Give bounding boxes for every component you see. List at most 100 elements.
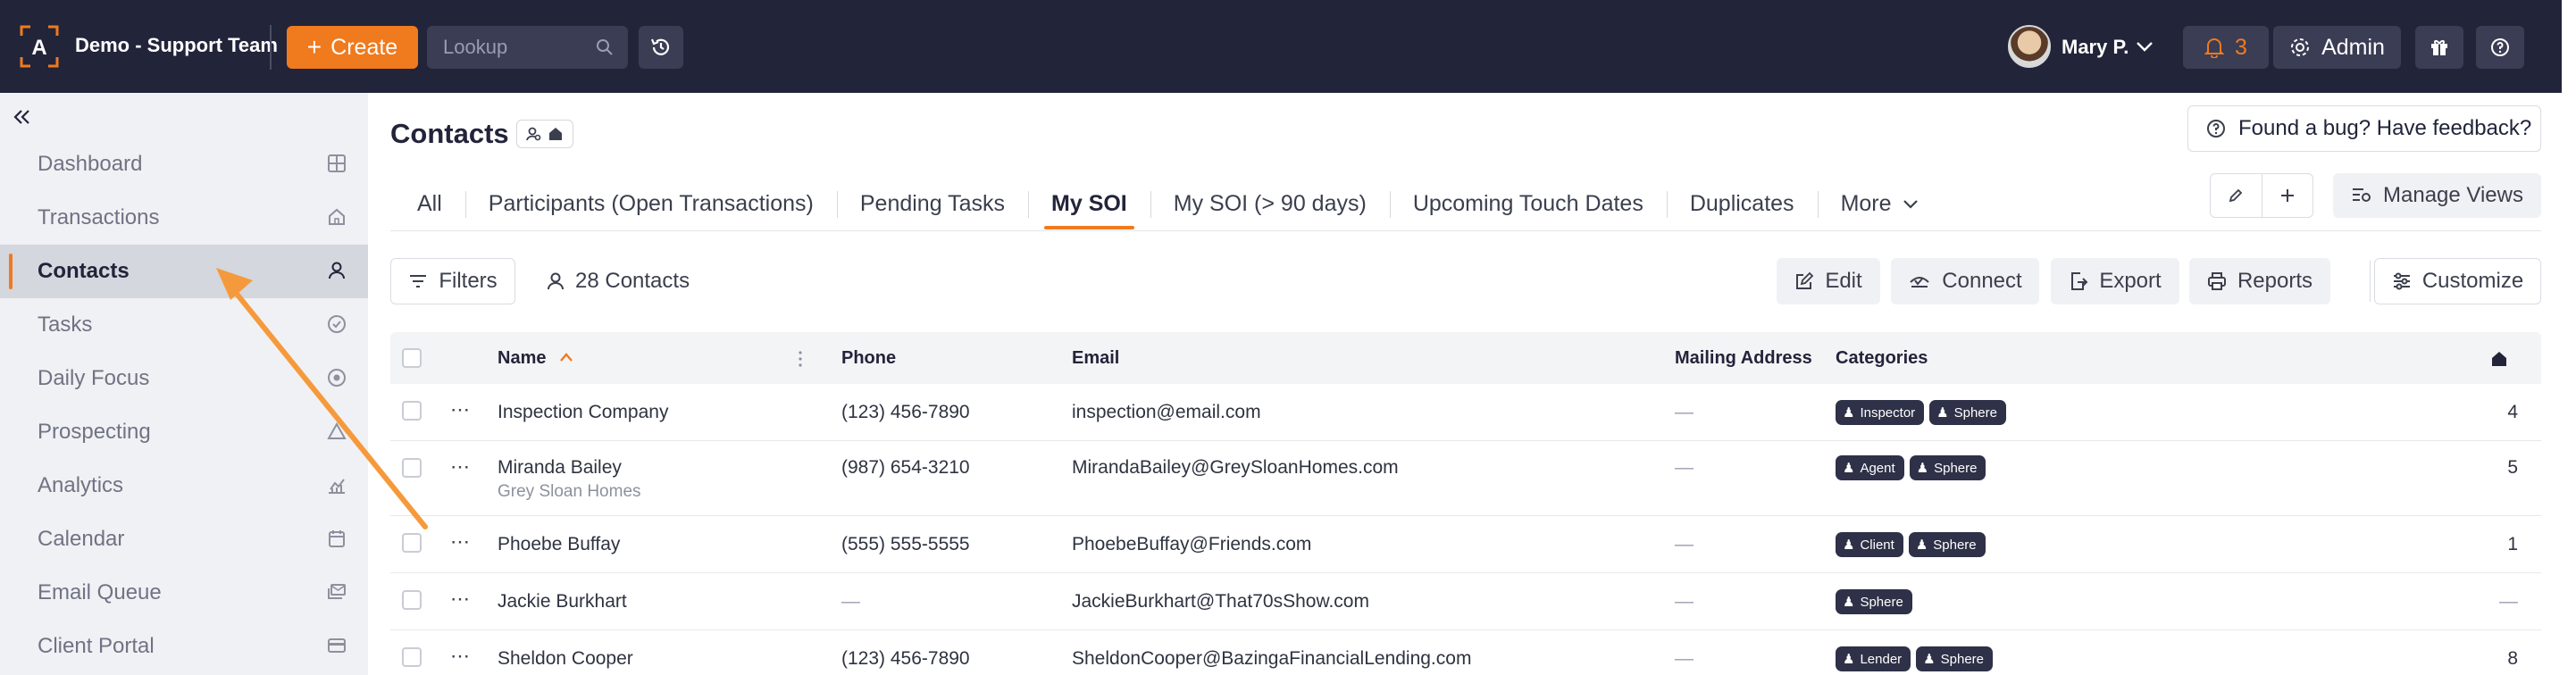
help-button[interactable] [2476,26,2524,69]
edit-label: Edit [1825,269,1862,293]
notifications-button[interactable]: 3 [2183,26,2269,69]
category-chip[interactable]: ♟ Sphere [1908,532,1986,557]
person-search-icon [526,127,541,141]
column-header-email[interactable]: Email [1072,348,1119,369]
sidebar-item-dashboard[interactable]: Dashboard [0,138,368,191]
category-chip[interactable]: ♟ Inspector [1836,400,1925,425]
category-chip[interactable]: ♟ Client [1836,532,1903,557]
connect-label: Connect [1942,269,2022,293]
row-checkbox[interactable] [402,458,422,478]
home-view-indicator[interactable] [516,120,573,148]
user-name[interactable]: Mary P. [2062,36,2129,59]
edit-view-button[interactable] [2211,174,2262,217]
export-button[interactable]: Export [2051,258,2179,304]
contact-name[interactable]: Jackie Burkhart [498,591,627,612]
tab-duplicates[interactable]: Duplicates [1666,182,1818,225]
top-bar: A Demo - Support Team + Create Lookup Ma… [0,0,2562,93]
filters-button[interactable]: Filters [390,258,515,304]
collapse-sidebar-icon[interactable] [11,105,34,129]
sidebar-item-client-portal[interactable]: Client Portal [0,620,368,673]
category-chip[interactable]: ♟ Sphere [1929,400,2006,425]
table-row[interactable]: ⋯ Sheldon Cooper (123) 456-7890 SheldonC… [390,630,2541,675]
sidebar-item-daily-focus[interactable]: Daily Focus [0,352,368,405]
column-menu-icon[interactable] [798,350,803,368]
category-chip[interactable]: ♟ Sphere [1909,455,1986,480]
tab-label: My SOI [1051,190,1127,216]
home-count: 4 [2507,402,2518,422]
gift-button[interactable] [2415,26,2463,69]
reports-button[interactable]: Reports [2189,258,2330,304]
table-row[interactable]: ⋯ Miranda Bailey Grey Sloan Homes (987) … [390,441,2541,516]
tab-my-soi[interactable]: My SOI [1028,182,1150,229]
row-actions-icon[interactable]: ⋯ [450,398,471,421]
lookup-input[interactable]: Lookup [427,26,628,69]
contact-name[interactable]: Miranda Bailey [498,457,622,479]
chip-label: Inspector [1860,404,1916,421]
row-actions-icon[interactable]: ⋯ [450,455,471,479]
manage-views-button[interactable]: Manage Views [2333,173,2541,218]
sidebar-item-analytics[interactable]: Analytics [0,459,368,512]
category-chip[interactable]: ♟ Lender [1836,646,1911,671]
chip-label: Agent [1860,460,1895,476]
customize-button[interactable]: Customize [2374,258,2541,304]
tab-more[interactable]: More [1817,182,1944,225]
contact-email[interactable]: JackieBurkhart@That70sShow.com [1072,591,1369,612]
category-chip[interactable]: ♟ Sphere [1836,589,1912,614]
sidebar-item-calendar[interactable]: Calendar [0,512,368,566]
row-checkbox[interactable] [402,590,422,610]
contact-name[interactable]: Sheldon Cooper [498,648,633,670]
contact-email[interactable]: SheldonCooper@BazingaFinancialLending.co… [1072,648,1471,670]
row-actions-icon[interactable]: ⋯ [450,588,471,611]
feedback-button[interactable]: Found a bug? Have feedback? [2187,105,2541,152]
sidebar-item-tasks[interactable]: Tasks [0,298,368,352]
team-name[interactable]: Demo - Support Team [75,34,278,57]
history-button[interactable] [639,26,683,69]
tab-upcoming-touch-dates[interactable]: Upcoming Touch Dates [1389,182,1667,225]
column-header-name[interactable]: Name [498,348,574,369]
home-icon [329,208,345,225]
tab-all[interactable]: All [390,182,465,225]
column-header-mailing-address[interactable]: Mailing Address [1675,348,1812,369]
row-checkbox[interactable] [402,533,422,553]
avatar[interactable] [2008,25,2051,68]
contact-name[interactable]: Inspection Company [498,402,668,423]
table-header: Name Phone Email Mailing Address Categor… [390,332,2541,384]
table-row[interactable]: ⋯ Inspection Company (123) 456-7890 insp… [390,384,2541,441]
brand-logo[interactable]: A [20,25,59,68]
sidebar-item-email-queue[interactable]: Email Queue [0,566,368,620]
sidebar-item-label: Client Portal [38,634,155,658]
admin-button[interactable]: Admin [2273,26,2401,69]
row-checkbox[interactable] [402,647,422,667]
create-button[interactable]: + Create [287,26,418,69]
column-header-categories[interactable]: Categories [1836,348,1928,369]
edit-button[interactable]: Edit [1777,258,1880,304]
contact-email[interactable]: PhoebeBuffay@Friends.com [1072,534,1311,555]
person-icon: ♟ [1915,538,1928,553]
contact-email[interactable]: inspection@email.com [1072,402,1261,423]
chevron-down-icon[interactable] [2135,38,2154,55]
row-actions-icon[interactable]: ⋯ [450,645,471,668]
person-icon: ♟ [1916,461,1929,476]
category-chip[interactable]: ♟ Agent [1836,455,1904,480]
contact-name[interactable]: Phoebe Buffay [498,534,620,555]
card-icon [328,638,346,653]
table-row[interactable]: ⋯ Phoebe Buffay (555) 555-5555 PhoebeBuf… [390,516,2541,573]
tab-pending-tasks[interactable]: Pending Tasks [836,182,1028,225]
row-checkbox[interactable] [402,401,422,421]
tab-my-soi-90-days[interactable]: My SOI (> 90 days) [1150,182,1390,225]
row-actions-icon[interactable]: ⋯ [450,530,471,554]
add-view-button[interactable] [2261,174,2313,217]
sidebar: Dashboard Transactions Contacts Tasks Da… [0,93,368,675]
calendar-icon [329,530,345,547]
connect-button[interactable]: Connect [1891,258,2039,304]
table-row[interactable]: ⋯ Jackie Burkhart — JackieBurkhart@That7… [390,573,2541,630]
sidebar-item-contacts[interactable]: Contacts [0,245,368,298]
column-header-phone[interactable]: Phone [841,348,896,369]
sidebar-item-prospecting[interactable]: Prospecting [0,405,368,459]
category-chip[interactable]: ♟ Sphere [1916,646,1993,671]
select-all-checkbox[interactable] [402,348,422,368]
tab-participants[interactable]: Participants (Open Transactions) [464,182,837,225]
home-icon[interactable] [2490,350,2508,368]
contact-email[interactable]: MirandaBailey@GreySloanHomes.com [1072,457,1399,479]
sidebar-item-transactions[interactable]: Transactions [0,191,368,245]
